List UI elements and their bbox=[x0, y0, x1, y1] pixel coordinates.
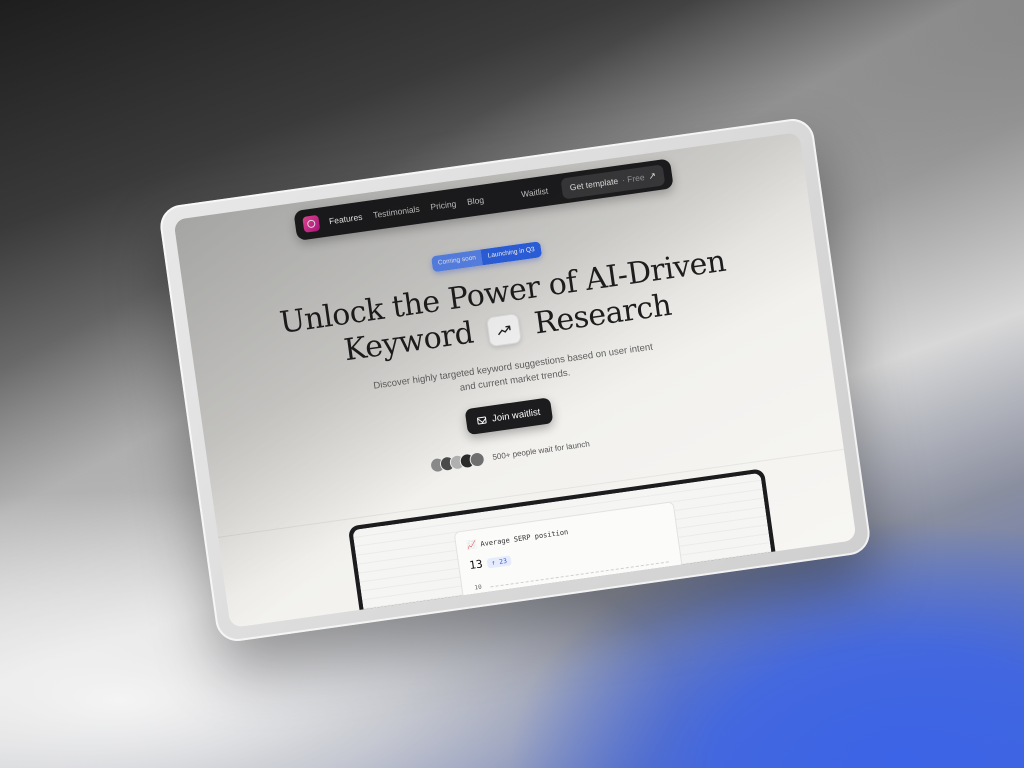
join-waitlist-label: Join waitlist bbox=[491, 406, 542, 425]
social-proof-text: 500+ people wait for launch bbox=[491, 439, 591, 462]
badge-coming-soon: Coming soon bbox=[430, 249, 484, 273]
dashboard-preview: 📈 Average SERP position 13 ↑ 23 10 bbox=[347, 468, 781, 628]
nav-pricing[interactable]: Pricing bbox=[430, 199, 457, 213]
dashboard-screen: 📈 Average SERP position 13 ↑ 23 10 bbox=[352, 472, 777, 628]
delta-badge: ↑ 23 bbox=[486, 554, 512, 569]
delta-value: 23 bbox=[498, 556, 508, 566]
nav-waitlist[interactable]: Waitlist bbox=[521, 186, 549, 200]
mail-icon bbox=[476, 415, 487, 425]
nav-testimonials[interactable]: Testimonials bbox=[373, 204, 421, 220]
nav-spacer bbox=[495, 194, 521, 198]
launch-badge: Coming soon Launching in Q3 bbox=[430, 241, 542, 273]
scene: Features Testimonials Pricing Blog Waitl… bbox=[0, 0, 1024, 768]
avatar-stack bbox=[429, 451, 486, 474]
get-template-button[interactable]: Get template · Free ↗ bbox=[560, 163, 666, 200]
badge-launching: Launching in Q3 bbox=[480, 241, 542, 266]
serp-value-row: 13 ↑ 23 bbox=[468, 553, 512, 573]
serp-value: 13 bbox=[468, 557, 484, 573]
tablet-frame: Features Testimonials Pricing Blog Waitl… bbox=[157, 116, 873, 644]
serp-card: 📈 Average SERP position 13 ↑ 23 10 bbox=[453, 501, 688, 628]
get-template-label: Get template bbox=[569, 175, 619, 193]
serp-card-label: Average SERP position bbox=[479, 527, 569, 548]
arrow-up-right-icon: ↗ bbox=[647, 169, 657, 181]
social-proof: 500+ people wait for launch bbox=[429, 436, 591, 474]
nav-features[interactable]: Features bbox=[328, 212, 363, 227]
join-waitlist-button[interactable]: Join waitlist bbox=[464, 397, 553, 436]
template-free-label: · Free bbox=[621, 172, 646, 186]
grid-line bbox=[490, 561, 669, 588]
trending-up-icon bbox=[486, 312, 522, 348]
logo-icon[interactable] bbox=[302, 214, 321, 233]
line-chart-icon: 📈 bbox=[465, 540, 478, 551]
landing-page: Features Testimonials Pricing Blog Waitl… bbox=[173, 132, 857, 628]
serp-card-title: 📈 Average SERP position bbox=[465, 527, 569, 551]
navbar: Features Testimonials Pricing Blog Waitl… bbox=[293, 158, 674, 241]
axis-tick: 10 bbox=[474, 583, 483, 592]
nav-blog[interactable]: Blog bbox=[466, 195, 484, 207]
